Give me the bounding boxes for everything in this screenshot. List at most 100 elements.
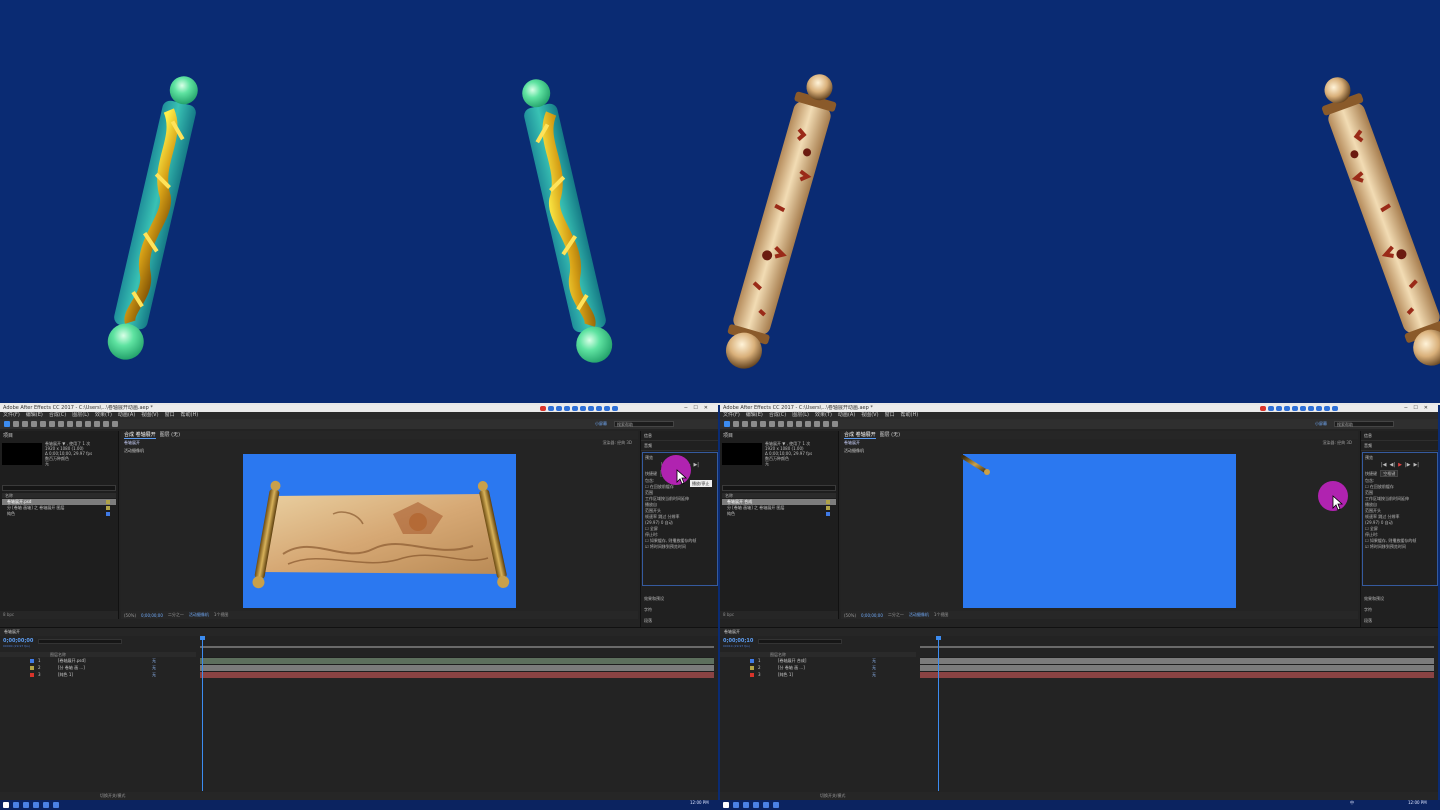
window-controls[interactable]: ─☐✕ (1404, 405, 1434, 412)
time-ruler[interactable] (200, 638, 714, 648)
explorer-icon[interactable] (753, 802, 759, 808)
system-clock[interactable]: 12:00 PM (1408, 801, 1427, 805)
stamp-tool-icon[interactable] (94, 421, 100, 427)
brush-tool-icon[interactable] (85, 421, 91, 427)
paragraph-tab[interactable]: 段落 (644, 615, 664, 626)
project-tab[interactable]: 项目 (723, 432, 733, 439)
layer-row[interactable]: 3 [纯色 1] 无 (0, 671, 196, 678)
fullscreen-checkbox[interactable]: ☐ 全屏 (645, 526, 715, 531)
windows-start-icon[interactable] (723, 802, 729, 808)
mask-tool-icon[interactable] (58, 421, 64, 427)
toggle-switches-modes[interactable]: 切换开关/模式 (0, 792, 718, 800)
windows-start-icon[interactable] (3, 802, 9, 808)
time-ruler[interactable] (920, 638, 1434, 648)
menu-item[interactable]: 合成(C) (769, 412, 786, 419)
project-bpc[interactable]: 8 bpc (0, 611, 118, 619)
menu-item[interactable]: 窗口 (885, 412, 895, 419)
timeline-tab[interactable]: 卷轴展开 (720, 628, 1438, 636)
selection-tool-icon[interactable] (4, 421, 10, 427)
stamp-tool-icon[interactable] (814, 421, 820, 427)
project-column-name[interactable]: 名称 (2, 493, 116, 498)
menu-item[interactable]: 合成(C) (49, 412, 66, 419)
resolution-dropdown[interactable]: 二分之一 (168, 612, 184, 618)
system-clock[interactable]: 12:00 PM (690, 801, 709, 805)
menu-item[interactable]: 图层(L) (72, 412, 89, 419)
layer-track[interactable] (200, 671, 714, 678)
search-icon[interactable] (733, 802, 739, 808)
fullscreen-checkbox[interactable]: ☐ 全屏 (1365, 526, 1435, 531)
rotate-tool-icon[interactable] (751, 421, 757, 427)
camera-tool-icon[interactable] (40, 421, 46, 427)
puppet-tool-icon[interactable] (112, 421, 118, 427)
effects-presets-tab[interactable]: 效果和预设 (644, 593, 664, 604)
after-effects-icon[interactable] (773, 802, 779, 808)
range-dropdown[interactable]: 工作区域按当前时间延伸 (645, 496, 715, 501)
work-area-bar[interactable] (920, 646, 1434, 648)
project-item[interactable]: 纯色 (2, 511, 116, 517)
task-view-icon[interactable] (743, 802, 749, 808)
character-tab[interactable]: 字符 (1364, 604, 1384, 615)
project-tab[interactable]: 项目 (3, 432, 13, 439)
layer-track[interactable] (920, 671, 1434, 678)
window-controls[interactable]: ─☐✕ (684, 405, 714, 412)
paragraph-tab[interactable]: 段落 (1364, 615, 1384, 626)
shortcut-dropdown[interactable]: 空格键 (1380, 470, 1399, 477)
pan-behind-tool-icon[interactable] (49, 421, 55, 427)
playhead[interactable] (936, 636, 941, 791)
after-effects-icon[interactable] (53, 802, 59, 808)
browser-icon[interactable] (43, 802, 49, 808)
layer-track[interactable] (200, 657, 714, 664)
pen-tool-icon[interactable] (787, 421, 793, 427)
toggle-switches-modes[interactable]: 切换开关/模式 (720, 792, 1438, 800)
panel-info-tab[interactable]: 信息 (1361, 431, 1438, 441)
comp-timecode[interactable]: 0;00;00;00 (141, 613, 163, 618)
range-dropdown[interactable]: 工作区域按当前时间延伸 (1365, 496, 1435, 501)
first-frame-button[interactable]: |◀ (1381, 462, 1387, 468)
character-tab[interactable]: 字符 (644, 604, 664, 615)
task-view-icon[interactable] (23, 802, 29, 808)
type-tool-icon[interactable] (796, 421, 802, 427)
layer-track[interactable] (920, 664, 1434, 671)
menu-item[interactable]: 效果(T) (95, 412, 112, 419)
zoom-tool-icon[interactable] (22, 421, 28, 427)
move-time-checkbox[interactable]: ☑ 将时间移到预览时间 (645, 544, 715, 549)
layer-row[interactable]: 1 [卷轴展开 合成] 无 (720, 657, 916, 664)
tab-composition[interactable]: 合成 卷轴展开 (124, 431, 156, 439)
panel-audio-tab[interactable]: 音频 (1361, 441, 1438, 451)
search-icon[interactable] (13, 802, 19, 808)
comp-timecode[interactable]: 0;00;00;00 (861, 613, 883, 618)
menu-item[interactable]: 帮助(H) (901, 412, 919, 419)
camera-tool-icon[interactable] (760, 421, 766, 427)
menu-item[interactable]: 动画(A) (118, 412, 135, 419)
hand-tool-icon[interactable] (13, 421, 19, 427)
resolution-dropdown[interactable]: 二分之一 (888, 612, 904, 618)
workspace-label[interactable]: 小屏幕 (1315, 421, 1327, 427)
prev-frame-button[interactable]: ◀| (1390, 462, 1396, 468)
layer-track[interactable] (920, 657, 1434, 664)
menu-item[interactable]: 视图(V) (861, 412, 878, 419)
panel-info-tab[interactable]: 信息 (641, 431, 718, 441)
timeline-tab[interactable]: 卷轴展开 (0, 628, 718, 636)
panel-audio-tab[interactable]: 音频 (641, 441, 718, 451)
play-button[interactable]: ▶ (1398, 462, 1402, 468)
play-cached-checkbox[interactable]: ☐ 如果缓存, 则播放缓存的帧 (645, 538, 715, 543)
menu-item[interactable]: 编辑(E) (746, 412, 763, 419)
magnification-dropdown[interactable]: (50%) (844, 613, 856, 618)
layer-row[interactable]: 3 [纯色 1] 无 (720, 671, 916, 678)
explorer-icon[interactable] (33, 802, 39, 808)
timeline-search-input[interactable] (758, 639, 842, 644)
play-from-dropdown[interactable]: 范围开头 (645, 508, 715, 513)
play-cached-checkbox[interactable]: ☐ 如果缓存, 则播放缓存的帧 (1365, 538, 1435, 543)
eraser-tool-icon[interactable] (823, 421, 829, 427)
pen-tool-icon[interactable] (67, 421, 73, 427)
views-dropdown[interactable]: 1个视图 (934, 612, 949, 618)
comp-breadcrumb[interactable]: 卷轴展开 (124, 440, 140, 446)
brush-tool-icon[interactable] (805, 421, 811, 427)
tab-layer[interactable]: 图层 (无) (160, 431, 181, 439)
renderer-label[interactable]: 渲染器: 经典 3D (1322, 440, 1352, 446)
layer-track[interactable] (200, 664, 714, 671)
play-from-dropdown[interactable]: 范围开头 (1365, 508, 1435, 513)
layer-row[interactable]: 2 [分 卷轴 画 ...] 无 (720, 664, 916, 671)
tab-composition[interactable]: 合成 卷轴展开 (844, 431, 876, 439)
ime-indicator[interactable]: 中 (1350, 801, 1354, 805)
